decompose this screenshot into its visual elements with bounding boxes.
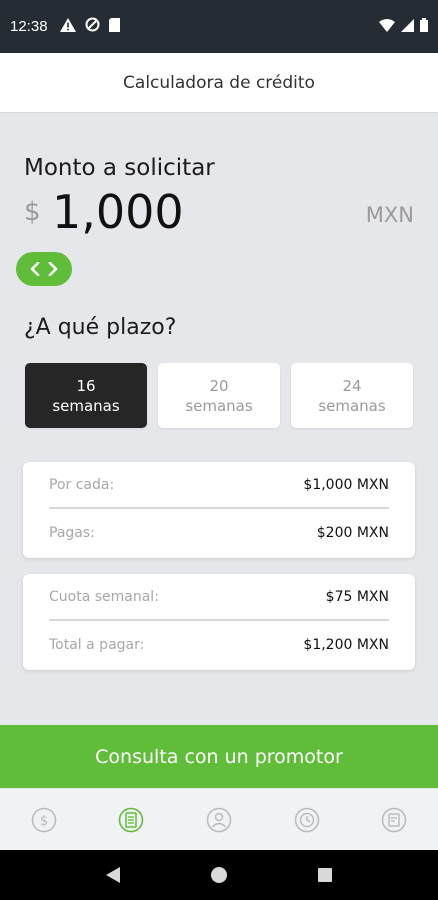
status-time: 12:38 [10,18,48,35]
row-label: Cuota semanal: [49,588,159,605]
term-unit: semanas [185,396,253,415]
nav-item-calculator[interactable] [111,800,151,840]
app-header: Calculadora de crédito [0,53,438,113]
system-nav-bar [0,850,438,900]
row-label: Total a pagar: [49,636,145,653]
row-label: Por cada: [49,476,115,493]
row-value: $1,200 MXN [303,636,389,653]
currency-code: MXN [365,203,414,227]
nav-item-history[interactable] [287,800,327,840]
calculator-panel: Monto a solicitar $ 1,000 MXN ¿A qué pla… [0,113,438,725]
warning-icon [59,17,76,36]
back-button[interactable] [98,860,128,890]
summary-row: Por cada: $1,000 MXN [49,462,389,509]
summary-row: Total a pagar: $1,200 MXN [49,621,389,668]
wifi-icon [379,17,395,36]
page-title: Calculadora de crédito [123,72,315,93]
battery-icon [420,17,428,36]
history-icon [294,807,319,832]
dollar-icon: $ [31,807,57,832]
signal-icon [401,17,414,36]
nav-item-notes[interactable] [374,800,414,840]
summary-card-amount: Por cada: $1,000 MXN Pagas: $200 MXN [23,462,415,558]
calculator-icon [119,807,144,832]
summary-row: Cuota semanal: $75 MXN [49,574,389,621]
contact-promoter-button[interactable]: Consulta con un promotor [0,725,438,788]
recents-square-icon [318,868,332,882]
term-label: ¿A qué plazo? [24,315,177,340]
data-saver-icon [85,17,100,36]
home-button[interactable] [204,860,234,890]
back-triangle-icon [106,867,120,883]
edit-icon [381,807,407,832]
row-value: $200 MXN [316,524,389,541]
row-label: Pagas: [49,524,95,541]
decrease-amount-button[interactable] [30,262,40,276]
home-circle-icon [211,867,227,883]
status-bar: 12:38 [0,0,438,53]
nav-item-loans[interactable]: $ [24,800,64,840]
svg-text:$: $ [40,814,48,829]
amount-value: 1,000 [52,185,184,239]
summary-card-payment: Cuota semanal: $75 MXN Total a pagar: $1… [23,574,415,670]
chevron-right-icon [48,262,58,276]
term-number: 24 [342,376,362,395]
status-right-icons [379,17,428,36]
chevron-left-icon [30,262,40,276]
row-value: $75 MXN [325,588,389,605]
recents-button[interactable] [310,860,340,890]
bottom-nav: $ [0,788,438,850]
term-options: 16 semanas 20 semanas 24 semanas [25,363,413,428]
amount-stepper[interactable] [16,252,72,286]
term-option-16[interactable]: 16 semanas [25,363,147,428]
term-unit: semanas [52,396,120,415]
row-value: $1,000 MXN [303,476,389,493]
sim-card-icon [108,17,120,36]
term-unit: semanas [318,396,386,415]
term-number: 16 [76,376,96,395]
status-left-icons [59,17,120,36]
term-option-20[interactable]: 20 semanas [158,363,280,428]
summary-row: Pagas: $200 MXN [49,509,389,556]
amount-label: Monto a solicitar [24,155,215,181]
currency-sign: $ [24,197,41,227]
increase-amount-button[interactable] [48,262,58,276]
nav-item-profile[interactable] [199,800,239,840]
term-option-24[interactable]: 24 semanas [291,363,413,428]
profile-icon [206,807,232,832]
term-number: 20 [209,376,229,395]
